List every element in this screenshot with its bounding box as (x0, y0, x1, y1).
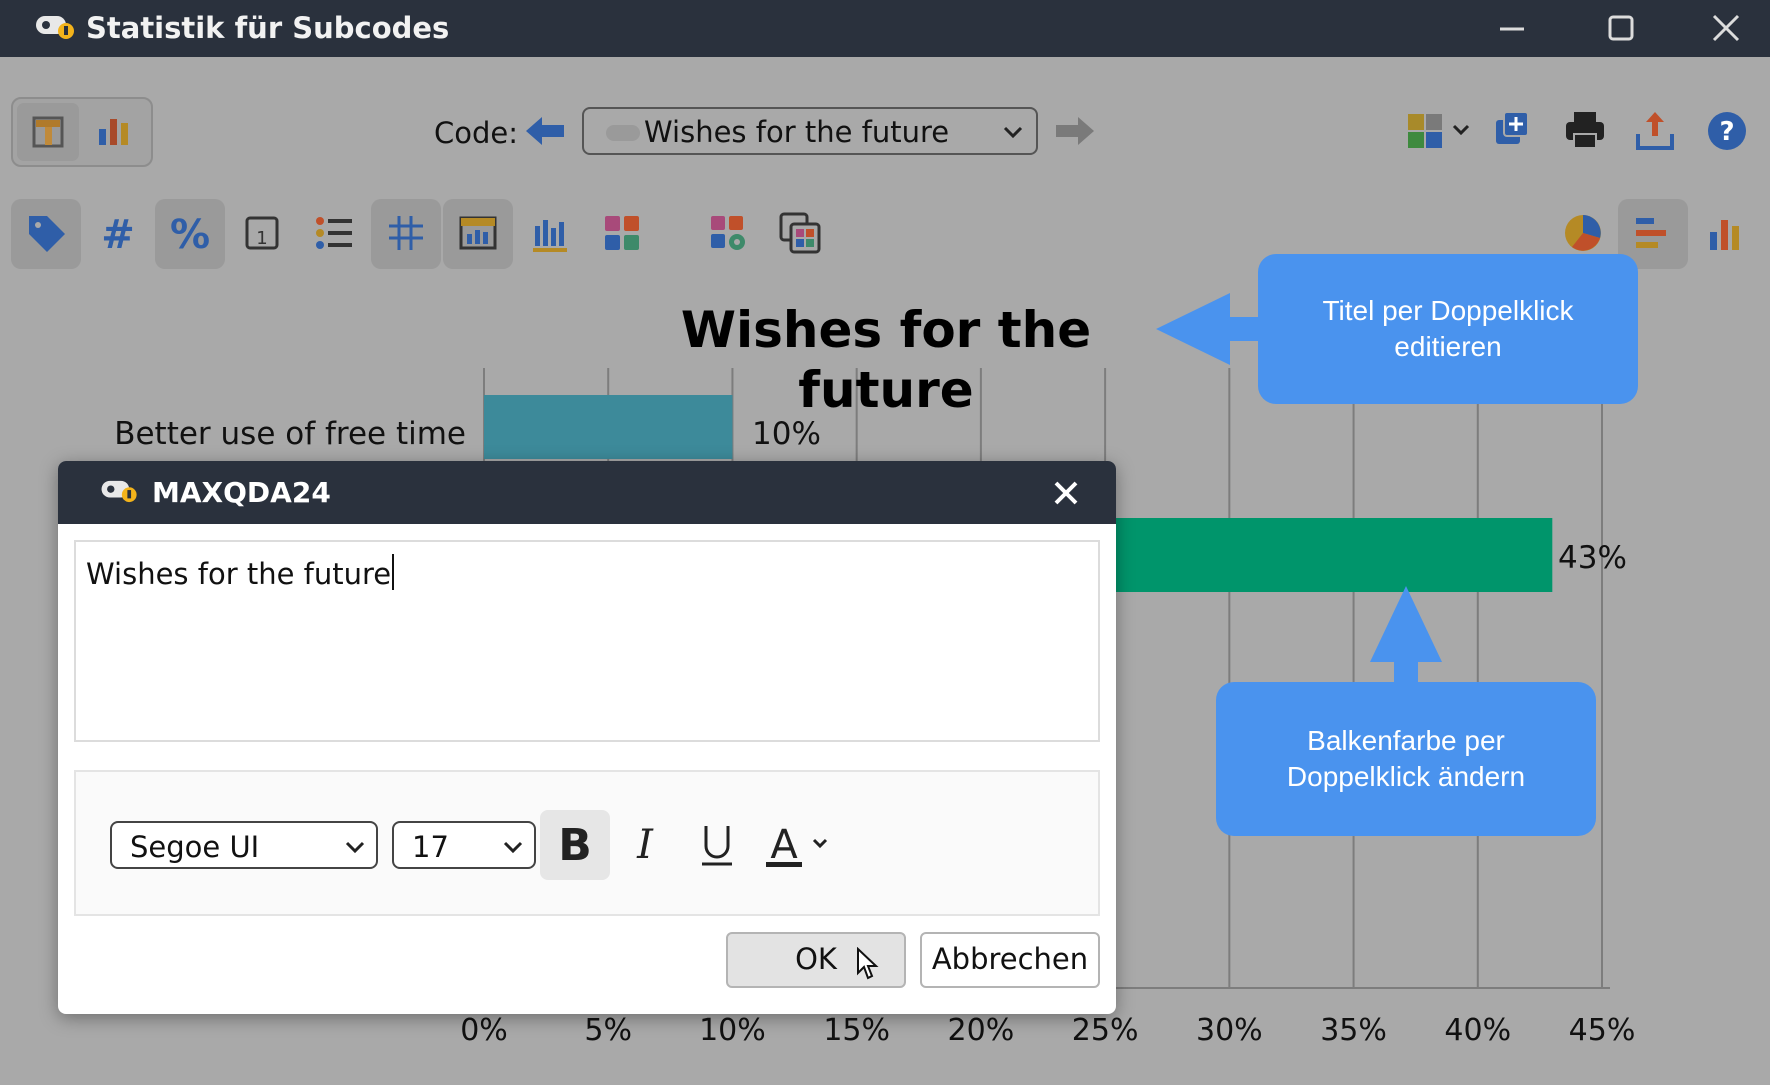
x-tick-label: 10% (699, 1013, 766, 1048)
text-color-icon: A (766, 822, 828, 868)
chevron-down-icon (502, 836, 524, 858)
bar-callout-arrow-icon (1370, 586, 1442, 696)
bold-button[interactable]: B (540, 810, 610, 880)
svg-text:B: B (558, 820, 592, 871)
dialog-close-icon[interactable] (1046, 473, 1086, 513)
italic-icon: I (636, 822, 654, 868)
svg-text:A: A (770, 822, 798, 868)
format-toolbar: Segoe UI 17 B I A (74, 770, 1100, 916)
chevron-down-icon (344, 836, 366, 858)
bar-value-label: 43% (1558, 540, 1627, 576)
dialog-title: MAXQDA24 (152, 476, 331, 509)
x-tick-label: 0% (460, 1013, 508, 1048)
italic-button[interactable]: I (610, 810, 680, 880)
x-tick-label: 35% (1320, 1013, 1387, 1048)
mouse-cursor-icon (857, 947, 879, 980)
x-tick-label: 15% (823, 1013, 890, 1048)
bold-icon: B (558, 820, 592, 871)
underline-button[interactable] (682, 810, 752, 880)
x-tick-label: 25% (1071, 1013, 1139, 1048)
x-tick-label: 20% (947, 1013, 1015, 1048)
title-hint-callout: Titel per Doppelklick editieren (1258, 254, 1638, 404)
font-family-value: Segoe UI (130, 830, 260, 864)
x-tick-label: 5% (584, 1013, 633, 1048)
x-tick-label: 40% (1444, 1013, 1512, 1048)
chart-title[interactable]: Wishes for the future (626, 300, 1146, 420)
maxqda-logo-icon (101, 479, 139, 503)
svg-text:I: I (636, 822, 654, 868)
font-size-value: 17 (412, 830, 449, 864)
category-label: Better use of free time (114, 416, 466, 452)
x-tick-label: 45% (1568, 1013, 1636, 1048)
x-tick-label: 30% (1195, 1013, 1263, 1048)
title-text-input[interactable]: Wishes for the future (74, 540, 1100, 742)
bar-value-label: 10% (752, 416, 821, 452)
edit-title-dialog: MAXQDA24 Wishes for the future Segoe UI … (58, 461, 1116, 1014)
font-family-select[interactable]: Segoe UI (110, 821, 378, 869)
text-color-button[interactable]: A (752, 810, 842, 880)
bar-hint-callout: Balkenfarbe per Doppelklick ändern (1216, 682, 1596, 836)
dialog-titlebar: MAXQDA24 (58, 461, 1116, 524)
cancel-button[interactable]: Abbrechen (920, 932, 1100, 988)
font-size-select[interactable]: 17 (392, 821, 536, 869)
underline-icon (702, 826, 732, 866)
text-caret (392, 554, 395, 590)
title-text-value: Wishes for the future (86, 554, 395, 594)
